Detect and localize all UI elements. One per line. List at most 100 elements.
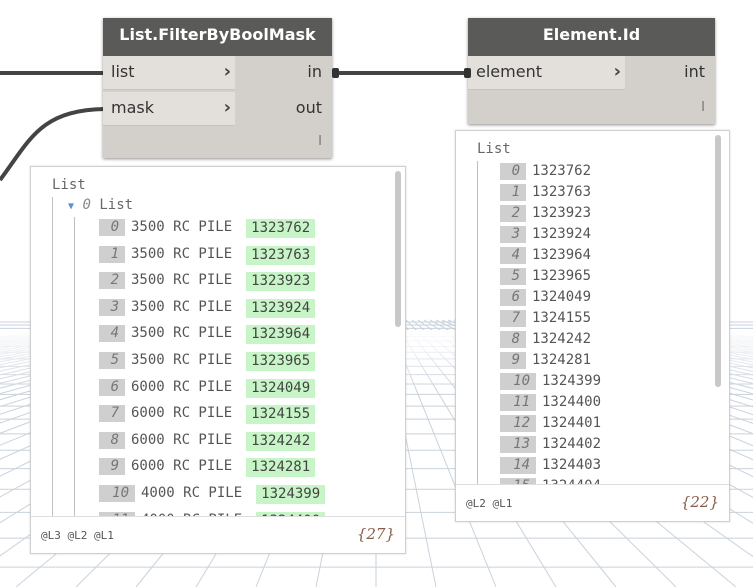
list-index: 5 xyxy=(99,352,125,369)
filter-by-bool-mask-node[interactable]: List.FilterByBoolMask list › mask › in o… xyxy=(103,18,339,158)
element-id-value: 1324281 xyxy=(246,458,316,478)
list-item: 1 3500 RC PILE 1323763 xyxy=(99,245,316,265)
sublist-label: List xyxy=(99,197,134,213)
element-id-value: 1324155 xyxy=(246,405,316,425)
sublist-header[interactable]: ▼ 0 List xyxy=(68,197,133,213)
item-text: 6000 RC PILE xyxy=(131,431,233,448)
list-item: 6 6000 RC PILE 1324049 xyxy=(99,378,316,398)
item-text: 6000 RC PILE xyxy=(131,405,233,422)
list-item: 12 1324401 xyxy=(500,415,601,433)
node-title[interactable]: List.FilterByBoolMask xyxy=(103,18,332,56)
element-id-value: 1323923 xyxy=(246,272,316,292)
output-port-int[interactable]: int xyxy=(655,56,715,90)
list-index: 10 xyxy=(500,373,536,390)
item-text: 4000 RC PILE xyxy=(141,485,243,501)
list-item: 8 1324242 xyxy=(500,331,591,349)
scrollbar[interactable] xyxy=(395,171,401,327)
list-index: 0 xyxy=(500,163,526,180)
list-item: 4 3500 RC PILE 1323964 xyxy=(99,325,316,345)
list-item: 7 6000 RC PILE 1324155 xyxy=(99,405,316,425)
lacing-indicator[interactable]: I xyxy=(318,134,322,149)
item-text: 3500 RC PILE xyxy=(131,272,233,289)
list-item: 4 1323964 xyxy=(500,247,591,265)
list-index: 0 xyxy=(99,219,125,236)
item-text: 1324281 xyxy=(532,352,592,368)
list-index: 4 xyxy=(500,247,526,264)
list-item: 10 1324399 xyxy=(500,373,601,391)
sublist-index: 0 xyxy=(82,197,91,213)
item-text: 3500 RC PILE xyxy=(131,219,233,235)
lacing-indicator[interactable]: I xyxy=(701,100,705,115)
item-count: {27} xyxy=(356,525,395,543)
preview-footer: @L3 @L2 @L1 {27} xyxy=(31,516,405,553)
input-port-list[interactable]: list › xyxy=(103,56,235,90)
list-item: 10 4000 RC PILE 1324399 xyxy=(99,485,326,504)
level-indicators[interactable]: @L2 @L1 xyxy=(466,497,512,510)
list-index: 8 xyxy=(99,431,125,449)
list-item: 9 6000 RC PILE 1324281 xyxy=(99,458,316,478)
list-item: 8 6000 RC PILE 1324242 xyxy=(99,431,316,451)
item-text: 1324402 xyxy=(542,436,602,452)
list-index: 9 xyxy=(500,352,526,369)
list-item: 5 3500 RC PILE 1323965 xyxy=(99,352,316,371)
list-item: 1 1323763 xyxy=(500,184,591,202)
item-text: 3500 RC PILE xyxy=(131,245,233,262)
item-text: 1323964 xyxy=(532,247,592,263)
element-id-node[interactable]: Element.Id element › int I xyxy=(464,18,715,124)
list-item: 11 1324400 xyxy=(500,394,601,412)
list-index: 8 xyxy=(500,331,526,348)
list-root-label: List xyxy=(477,141,511,157)
element-id-value: 1323964 xyxy=(246,325,316,345)
node-title[interactable]: Element.Id xyxy=(468,18,715,56)
output-port-in[interactable]: in xyxy=(272,56,332,90)
list-item: 6 1324049 xyxy=(500,289,591,307)
input-port-mask[interactable]: mask › xyxy=(103,92,235,126)
list-item: 14 1324403 xyxy=(500,457,601,475)
list-index: 12 xyxy=(500,415,536,432)
port-label: mask xyxy=(111,98,154,117)
port-label: element xyxy=(476,62,542,81)
list-item: 2 3500 RC PILE 1323923 xyxy=(99,272,316,292)
element-id-value: 1324049 xyxy=(246,378,316,398)
element-id-value: 1324242 xyxy=(246,431,316,451)
element-id-value: 1323924 xyxy=(246,298,316,318)
chevron-right-icon: › xyxy=(223,61,231,82)
item-text: 1324242 xyxy=(532,331,592,347)
item-text: 1324155 xyxy=(532,310,592,326)
item-text: 3500 RC PILE xyxy=(131,298,233,315)
output-connector-dot[interactable] xyxy=(332,68,339,78)
preview-bubble-element-id[interactable]: List 0 1323762 1 1323763 2 1323923 3 1323924 4 13… xyxy=(455,130,730,522)
list-index: 11 xyxy=(500,394,536,411)
collapse-triangle-icon[interactable]: ▼ xyxy=(68,201,74,212)
item-text: 1323762 xyxy=(532,163,592,179)
item-text: 6000 RC PILE xyxy=(131,458,233,475)
element-id-value: 1323762 xyxy=(246,219,316,238)
tree-line xyxy=(52,197,53,516)
level-indicators[interactable]: @L3 @L2 @L1 xyxy=(41,529,114,542)
element-id-value: 1324399 xyxy=(256,485,326,504)
list-index: 10 xyxy=(99,485,135,502)
item-text: 1323763 xyxy=(532,184,592,200)
port-label: list xyxy=(111,62,135,81)
list-item: 2 1323923 xyxy=(500,205,591,223)
list-item: 0 3500 RC PILE 1323762 xyxy=(99,219,316,238)
input-port-element[interactable]: element › xyxy=(468,56,625,90)
list-index: 14 xyxy=(500,457,536,474)
output-port-out[interactable]: out xyxy=(272,92,332,126)
item-text: 1324049 xyxy=(532,289,592,305)
list-index: 2 xyxy=(99,272,125,290)
item-text: 1323965 xyxy=(532,268,592,284)
preview-bubble-filter[interactable]: List ▼ 0 List 0 3500 RC PILE 1323762 1 3500 … xyxy=(30,166,406,554)
list-item: 9 1324281 xyxy=(500,352,591,370)
scrollbar[interactable] xyxy=(715,135,721,387)
item-text: 1323924 xyxy=(532,226,592,242)
list-index: 2 xyxy=(500,205,526,222)
item-count: {22} xyxy=(680,493,719,511)
input-connector-dot[interactable] xyxy=(464,68,471,78)
item-text: 1324400 xyxy=(542,394,602,410)
list-index: 3 xyxy=(99,298,125,316)
tree-line xyxy=(74,217,75,516)
list-item: 0 1323762 xyxy=(500,163,591,181)
list-index: 6 xyxy=(500,289,526,306)
list-item: 5 1323965 xyxy=(500,268,591,286)
